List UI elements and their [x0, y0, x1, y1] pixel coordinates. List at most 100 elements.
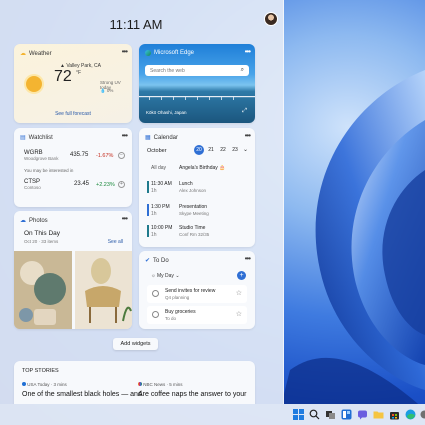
- top-stories-header: TOP STORIES: [22, 368, 59, 374]
- store-icon[interactable]: [389, 409, 400, 420]
- event-duration: 1h: [151, 188, 157, 194]
- cake-icon: 🎂: [219, 165, 226, 171]
- bridge-image: [139, 96, 255, 100]
- todo-widget[interactable]: ✔ To Do ••• ☼ My Day ⌄ + Send invites fo…: [139, 251, 255, 329]
- stock-row[interactable]: WGRB Woodgrove Bank: [24, 150, 58, 161]
- avatar[interactable]: [264, 12, 278, 26]
- event-duration: 1h: [151, 211, 157, 217]
- event-duration: 1h: [151, 232, 157, 238]
- stock-change: +2.23%: [96, 182, 115, 188]
- stock-change: -1.67%: [96, 153, 114, 159]
- weather-header-icon: ☁: [20, 51, 26, 57]
- event-title[interactable]: Presentation: [179, 204, 207, 210]
- sun-outline-icon: ☼: [151, 273, 156, 279]
- checkmark-icon: ✔: [145, 258, 151, 264]
- photos-header: ☁ Photos: [20, 217, 48, 225]
- stock-price: 435.75: [70, 152, 89, 158]
- event-marker: [147, 181, 149, 193]
- cloud-icon: ☁: [20, 218, 26, 224]
- search-icon[interactable]: [309, 409, 320, 420]
- event-detail: Alex Johnson: [179, 188, 207, 193]
- photos-date: Oct 20 · 33 items: [24, 239, 59, 244]
- remove-stock-icon[interactable]: −: [118, 152, 125, 159]
- todo-more-button[interactable]: •••: [245, 254, 251, 263]
- widgets-icon[interactable]: [341, 409, 352, 420]
- task-checkbox[interactable]: [152, 311, 159, 318]
- calendar-day[interactable]: 21: [206, 145, 216, 155]
- see-full-forecast-link[interactable]: See full forecast: [14, 111, 132, 117]
- weather-header: ☁ Weather: [20, 50, 52, 58]
- add-task-button[interactable]: +: [237, 271, 246, 280]
- all-day-label: All day: [151, 165, 167, 171]
- web-search-input[interactable]: Search the web ⌕: [145, 65, 249, 76]
- story-title[interactable]: One of the smallest black holes — and: [22, 391, 142, 398]
- chevron-down-icon[interactable]: ⌄: [243, 146, 248, 153]
- todo-list-selector[interactable]: ☼ My Day ⌄: [151, 273, 180, 279]
- widgets-panel: 11:11 AM ☁ Weather ••• ▲ Valley Park, CA…: [0, 0, 284, 404]
- weather-widget[interactable]: ☁ Weather ••• ▲ Valley Park, CA 72 °F St…: [14, 44, 132, 123]
- see-all-link[interactable]: See all: [108, 239, 123, 245]
- event-marker: [147, 225, 149, 237]
- all-day-event[interactable]: Angela's Birthday 🎂: [179, 165, 225, 171]
- windows-start-icon[interactable]: [293, 409, 304, 420]
- calendar-day[interactable]: 23: [230, 145, 240, 155]
- calendar-day[interactable]: 22: [218, 145, 228, 155]
- file-explorer-icon[interactable]: [373, 409, 384, 420]
- suggestion-label: You may be interested in: [24, 168, 74, 173]
- star-icon[interactable]: ☆: [236, 310, 242, 318]
- story-source: USA Today · 3 mins: [22, 382, 67, 387]
- chat-icon[interactable]: [357, 409, 368, 420]
- event-time: 10:00 PM: [151, 225, 173, 231]
- usa-today-logo-icon: [22, 382, 26, 386]
- star-icon[interactable]: ☆: [236, 289, 242, 297]
- stock-price: 23.45: [74, 181, 90, 187]
- story-title[interactable]: Are coffee naps the answer to your: [138, 391, 246, 398]
- calendar-widget[interactable]: ▦ Calendar ••• October 20 21 22 23 ⌄ All…: [139, 128, 255, 247]
- top-stories-widget[interactable]: TOP STORIES USA Today · 3 mins One of th…: [14, 361, 255, 404]
- task-title: Send invites for review: [165, 288, 216, 294]
- photos-more-button[interactable]: •••: [122, 214, 128, 223]
- watchlist-widget[interactable]: ▤ Watchlist ••• WGRB Woodgrove Bank 435.…: [14, 128, 132, 207]
- edge-more-button[interactable]: •••: [245, 47, 251, 56]
- task-view-icon[interactable]: [325, 409, 336, 420]
- chair-photo-image: [75, 251, 132, 329]
- task-item[interactable]: Send invites for review Q4 planning ☆: [147, 285, 247, 303]
- task-list-name: Q4 planning: [165, 295, 190, 300]
- task-item[interactable]: Buy groceries To do ☆: [147, 306, 247, 324]
- event-title[interactable]: Lunch: [179, 181, 193, 187]
- expand-icon[interactable]: ⤢: [242, 108, 247, 115]
- calendar-more-button[interactable]: •••: [245, 131, 251, 140]
- task-title: Buy groceries: [165, 309, 196, 315]
- clock: 11:11 AM: [109, 17, 163, 32]
- edge-widget[interactable]: Microsoft Edge ••• Search the web ⌕ Kōkō…: [139, 44, 255, 123]
- calendar-day[interactable]: 20: [194, 145, 204, 155]
- event-detail: Skype Meeting: [179, 211, 209, 216]
- raindrop-icon: 💧: [100, 88, 106, 93]
- add-stock-icon[interactable]: +: [118, 181, 125, 188]
- calendar-header: ▦ Calendar: [145, 134, 179, 142]
- chart-icon: ▤: [20, 135, 26, 141]
- photos-title: On This Day: [24, 230, 61, 237]
- task-checkbox[interactable]: [152, 290, 159, 297]
- photos-widget[interactable]: ☁ Photos ••• On This Day Oct 20 · 33 ite…: [14, 211, 132, 329]
- edge-icon[interactable]: [405, 409, 416, 420]
- watchlist-more-button[interactable]: •••: [122, 131, 128, 140]
- event-title[interactable]: Studio Time: [179, 225, 205, 231]
- photo-thumbnail[interactable]: [14, 251, 72, 329]
- watchlist-header: ▤ Watchlist: [20, 134, 53, 142]
- event-detail: Conf Rm 32/35: [179, 232, 210, 237]
- weather-more-button[interactable]: •••: [122, 47, 128, 56]
- windows-bloom-graphic: [280, 70, 425, 410]
- stock-row[interactable]: CTSP Contoso: [24, 179, 41, 190]
- photo-thumbnail[interactable]: [75, 251, 132, 329]
- edge-image-caption: Kōkō Ohashi, Japan: [146, 110, 187, 115]
- weather-precip: 💧 0%: [100, 88, 114, 93]
- nbc-logo-icon: [138, 382, 142, 386]
- calendar-icon: ▦: [145, 135, 151, 141]
- taskbar: [0, 404, 425, 425]
- weather-unit: °F: [76, 70, 82, 76]
- search-icon[interactable]: ⌕: [241, 67, 244, 74]
- add-widgets-button[interactable]: Add widgets: [113, 338, 158, 350]
- settings-icon[interactable]: [419, 409, 425, 420]
- calendar-month: October: [147, 148, 167, 154]
